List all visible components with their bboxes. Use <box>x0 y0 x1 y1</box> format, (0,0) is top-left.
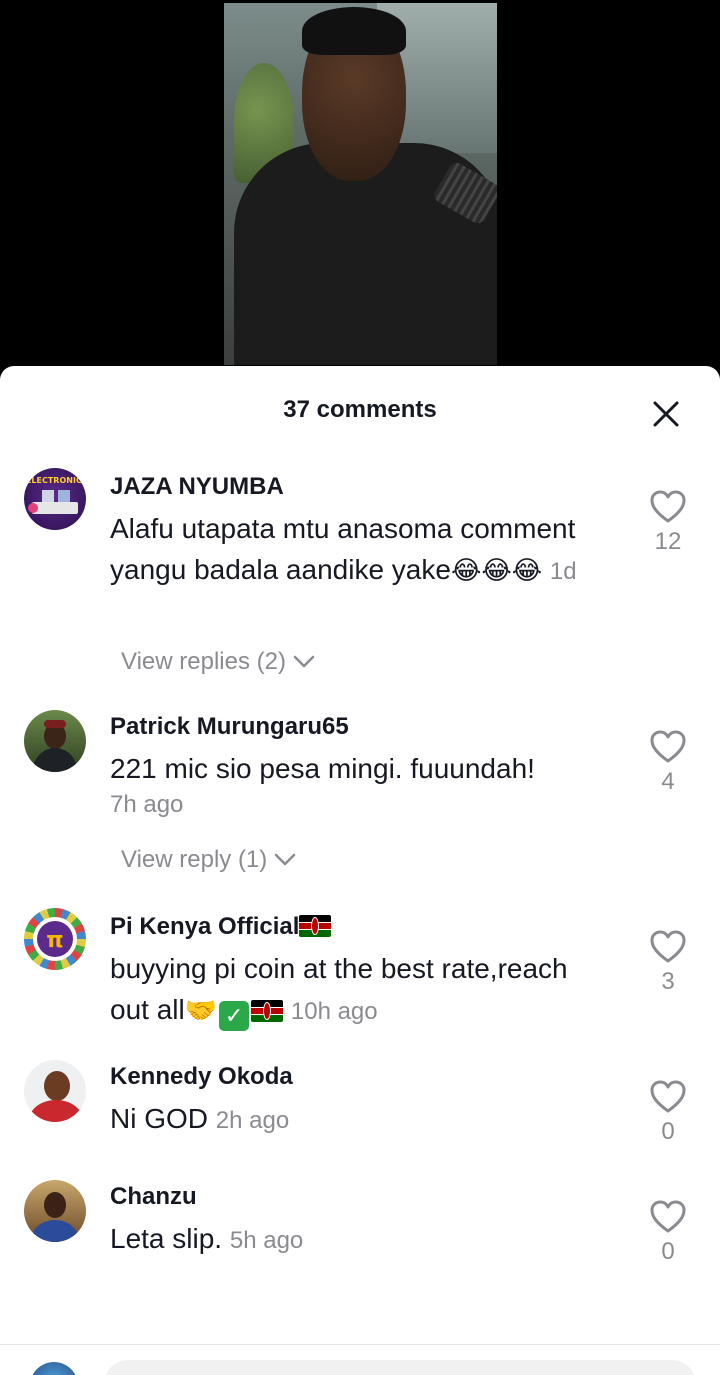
like-count: 4 <box>661 768 675 795</box>
comment-text: 221 mic sio pesa mingi. fuuundah! <box>110 753 535 784</box>
like-button[interactable]: 3 <box>650 930 686 996</box>
comment-body: Kennedy Okoda Ni GOD 2h ago <box>110 1062 610 1141</box>
comment-time: 1d <box>549 558 577 585</box>
avatar-image <box>32 720 78 772</box>
comment-text-content: Ni GOD <box>110 1103 208 1134</box>
comment-text: Alafu utapata mtu anasoma comment yangu … <box>110 508 610 592</box>
add-comment-input[interactable] <box>104 1360 696 1375</box>
pi-logo-text: π <box>46 928 63 953</box>
comment-username[interactable]: Pi Kenya Official <box>110 912 610 942</box>
heart-outline-icon <box>650 930 686 963</box>
avatar-logo-text: MEGA ELECTRONICS SALE <box>24 476 86 485</box>
comment-time: 5h ago <box>229 1227 304 1254</box>
comments-count-title: 37 comments <box>283 396 437 423</box>
comment-text: buyying pi coin at the best rate,reach o… <box>110 948 610 1032</box>
composer-divider <box>0 1344 720 1345</box>
video-player[interactable] <box>0 0 720 380</box>
view-replies-label: View reply (1) <box>121 846 268 873</box>
kenya-flag-icon <box>299 915 332 937</box>
comment-body: Pi Kenya Official buyying pi coin at the… <box>110 912 610 1032</box>
comment-time: 2h ago <box>215 1107 290 1134</box>
close-icon <box>653 401 679 427</box>
view-replies-label: View replies (2) <box>121 648 286 675</box>
avatar[interactable] <box>24 1060 86 1122</box>
like-button[interactable]: 0 <box>650 1200 686 1266</box>
heart-outline-icon <box>650 1080 686 1113</box>
like-count: 12 <box>654 528 682 555</box>
comment-item: Patrick Murungaru65 221 mic sio pesa min… <box>0 708 720 878</box>
comment-body: JAZA NYUMBA Alafu utapata mtu anasoma co… <box>110 472 610 592</box>
avatar[interactable]: MEGA ELECTRONICS SALE <box>24 468 86 530</box>
video-person-hair <box>302 7 406 55</box>
comment-text-content: Leta slip. <box>110 1223 223 1254</box>
handshake-emoji-icon: 🤝 <box>184 996 218 1026</box>
video-frame[interactable] <box>224 3 497 365</box>
comment-time: 10h ago <box>290 998 378 1025</box>
like-count: 0 <box>661 1118 675 1145</box>
comment-item: Kennedy Okoda Ni GOD 2h ago 0 <box>0 1058 720 1158</box>
like-count: 0 <box>661 1238 675 1265</box>
comment-item: Chanzu Leta slip. 5h ago 0 <box>0 1178 720 1278</box>
avatar[interactable] <box>24 710 86 772</box>
avatar-image <box>28 1071 84 1122</box>
comment-text: Ni GOD 2h ago <box>110 1098 610 1141</box>
comment-item: MEGA ELECTRONICS SALE JAZA NYUMBA Alafu … <box>0 468 720 678</box>
like-button[interactable]: 12 <box>650 490 686 556</box>
kenya-flag-icon <box>251 1000 284 1022</box>
comment-username[interactable]: Kennedy Okoda <box>110 1062 610 1092</box>
view-replies-button[interactable]: View replies (2) <box>121 648 316 676</box>
chevron-down-icon <box>293 655 315 668</box>
heart-outline-icon <box>650 1200 686 1233</box>
comment-body: Patrick Murungaru65 221 mic sio pesa min… <box>110 712 610 821</box>
comments-header: 37 comments <box>0 366 720 456</box>
chevron-down-icon <box>275 853 296 866</box>
like-button[interactable]: 0 <box>650 1080 686 1146</box>
laughing-emoji-icon: 😂😂😂 <box>450 556 543 586</box>
heart-outline-icon <box>650 490 686 523</box>
comment-item: π Pi Kenya Official buyying pi coin at t… <box>0 908 720 1038</box>
comment-username[interactable]: Patrick Murungaru65 <box>110 712 610 742</box>
avatar-image: π <box>33 917 77 961</box>
heart-outline-icon <box>650 730 686 763</box>
view-replies-button[interactable]: View reply (1) <box>121 846 297 874</box>
comment-time: 7h ago <box>110 791 184 818</box>
comment-text: Leta slip. 5h ago <box>110 1218 610 1261</box>
close-button[interactable] <box>652 400 680 428</box>
comment-username[interactable]: JAZA NYUMBA <box>110 472 610 502</box>
avatar-image <box>30 1192 80 1242</box>
avatar-image: MEGA ELECTRONICS SALE <box>24 476 86 514</box>
avatar[interactable]: π <box>24 908 86 970</box>
comment-body: Chanzu Leta slip. 5h ago <box>110 1182 610 1261</box>
comment-username-text: Pi Kenya Official <box>110 913 300 940</box>
avatar[interactable] <box>24 1180 86 1242</box>
like-button[interactable]: 4 <box>650 730 686 796</box>
comment-username[interactable]: Chanzu <box>110 1182 610 1212</box>
like-count: 3 <box>661 968 675 995</box>
check-mark-icon: ✓ <box>219 1001 250 1031</box>
